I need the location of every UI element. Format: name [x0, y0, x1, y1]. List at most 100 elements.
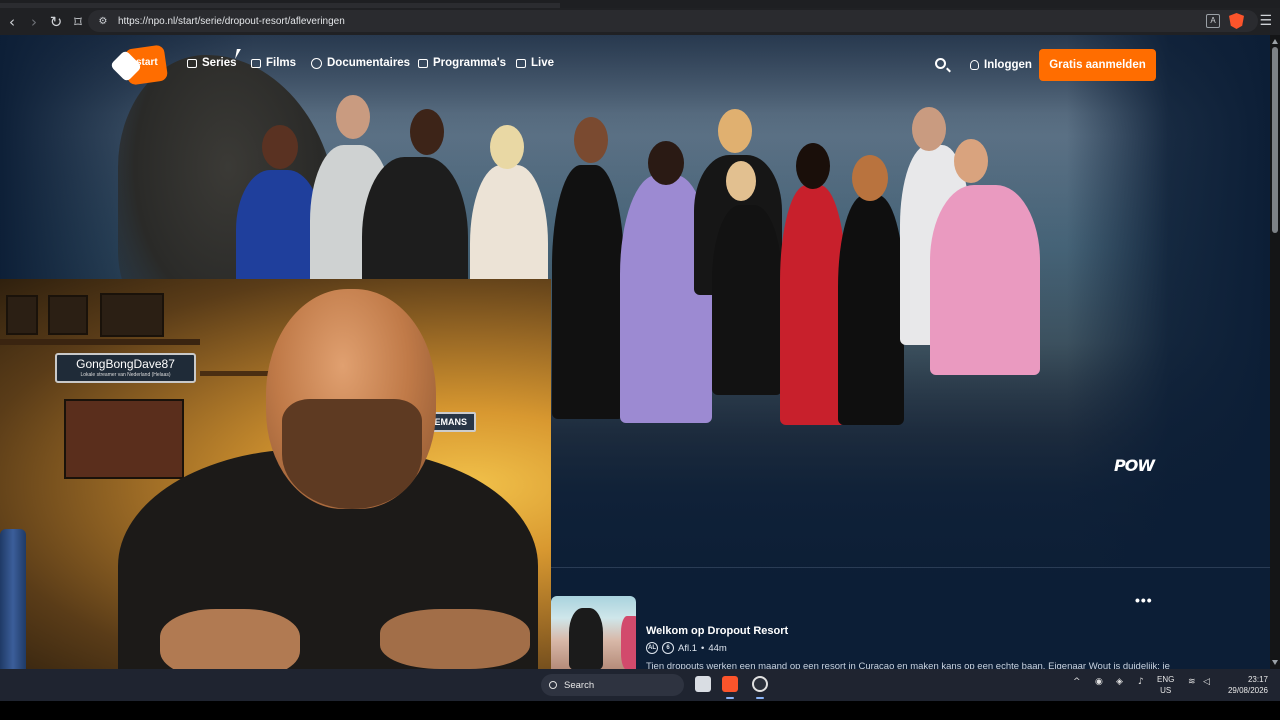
episode-title[interactable]: Welkom op Dropout Resort [646, 625, 788, 637]
user-icon [970, 60, 979, 70]
nav-live[interactable]: Live [516, 57, 554, 69]
brave-shield-icon[interactable] [1229, 13, 1244, 29]
url-text[interactable]: https://npo.nl/start/serie/dropout-resor… [118, 16, 345, 27]
cast-head [336, 95, 370, 139]
login-button[interactable]: Inloggen [970, 59, 1032, 71]
shield-icon[interactable]: ◈ [1116, 677, 1123, 687]
system-clock[interactable]: 23:17 29/08/2026 [1222, 674, 1268, 696]
signup-button[interactable]: Gratis aanmelden [1039, 49, 1156, 81]
scroll-thumb[interactable] [1272, 47, 1278, 233]
picture-frame [6, 295, 38, 335]
mouse-cursor-icon [235, 49, 245, 59]
poster [64, 399, 184, 479]
cast-head [912, 107, 946, 151]
sign-name: GongBongDave87 [76, 357, 175, 371]
tab-strip [0, 0, 1280, 8]
scroll-up-icon[interactable] [1272, 39, 1278, 44]
page-scrollbar[interactable] [1270, 35, 1280, 669]
thumb-figure [569, 608, 603, 669]
cast-figure [930, 185, 1040, 375]
translate-icon[interactable]: A [1206, 14, 1220, 28]
clock-time: 23:17 [1247, 675, 1268, 684]
film-icon [251, 58, 261, 68]
discord-icon[interactable]: ◉ [1095, 677, 1103, 687]
clock-date: 29/08/2026 [1227, 686, 1268, 695]
nav-live-label: Live [531, 57, 555, 69]
nav-series[interactable]: Series [187, 57, 237, 69]
rating-6-icon: 6 [662, 642, 674, 654]
forward-icon[interactable]: › [24, 12, 44, 32]
site-info-icon[interactable]: ⚙ [94, 16, 112, 27]
taskbar-search[interactable]: Search [541, 674, 684, 696]
taskbar-search-label: Search [564, 679, 595, 691]
cast-figure [712, 205, 782, 395]
episode-meta: AL 6 Afl.1 • 44m [646, 642, 727, 654]
streamer-beard [282, 399, 422, 509]
cast-head [726, 161, 756, 201]
login-label: Inloggen [984, 59, 1032, 71]
address-bar[interactable]: ⚙ https://npo.nl/start/serie/dropout-res… [88, 10, 1258, 32]
meta-separator: • [701, 642, 705, 654]
nav-documentaires[interactable]: Documentaires [311, 57, 410, 69]
picture-frame [100, 293, 164, 337]
cast-head [648, 141, 684, 185]
episode-thumbnail[interactable] [551, 596, 636, 669]
browser-toolbar: ‹ › ↻ ⌑ ⚙ https://npo.nl/start/serie/dro… [0, 8, 1280, 35]
nav-documentaires-label: Documentaires [327, 57, 411, 69]
cast-head [574, 117, 608, 163]
search-icon[interactable] [935, 58, 946, 69]
live-icon [516, 58, 526, 68]
browser-menu-icon[interactable]: ☰ [1259, 13, 1272, 29]
streamer-hand [380, 609, 530, 669]
shelf [0, 339, 200, 345]
search-icon [549, 681, 557, 689]
lang-code: ENG [1157, 675, 1175, 684]
thumb-figure [621, 616, 636, 669]
scroll-down-icon[interactable] [1272, 660, 1278, 665]
screen-bottom-bar [0, 701, 1280, 720]
cast-figure [780, 185, 846, 425]
sign-subtitle: Lokale streamer van Nederland (Helaas) [80, 372, 171, 378]
wifi-icon[interactable]: ≋ [1188, 677, 1196, 687]
nav-films[interactable]: Films [251, 57, 296, 69]
back-icon[interactable]: ‹ [2, 12, 22, 32]
task-view-icon[interactable] [695, 676, 711, 692]
npo-start-logo[interactable]: start [109, 44, 169, 86]
brave-browser-icon[interactable] [722, 676, 738, 692]
active-app-indicator [756, 697, 764, 699]
tv-icon [418, 58, 428, 68]
logo-text: start [136, 57, 158, 68]
cast-figure [552, 165, 624, 419]
app-icon[interactable] [752, 676, 768, 692]
windows-taskbar: Search ^ ◉ ◈ ♪ ENG US ≋ ◁ 23:17 29/08/20… [0, 669, 1280, 701]
series-icon [187, 58, 197, 68]
cast-head [954, 139, 988, 183]
microphone-icon[interactable]: ♪ [1138, 677, 1144, 687]
streamer-name-sign: GongBongDave87 Lokale streamer van Neder… [55, 353, 196, 383]
nav-programmas[interactable]: Programma's [418, 57, 506, 69]
episode-duration: 44m [708, 642, 727, 654]
rating-al-icon: AL [646, 642, 658, 654]
nav-series-label: Series [202, 57, 237, 69]
site-header: start Series Films Documentaires Program… [0, 35, 1270, 97]
nav-programmas-label: Programma's [433, 57, 507, 69]
broadcaster-logo: POW [1114, 456, 1155, 475]
cast-head [852, 155, 888, 201]
input-language[interactable]: ENG US [1157, 674, 1174, 696]
more-options-icon[interactable]: ••• [1135, 592, 1153, 608]
cast-figure [838, 195, 904, 425]
episode-description: Tien dropouts werken een maand op een re… [646, 661, 1170, 669]
tray-overflow-icon[interactable]: ^ [1073, 677, 1081, 687]
bookmark-icon[interactable]: ⌑ [68, 12, 88, 32]
volume-icon[interactable]: ◁ [1203, 677, 1210, 687]
nav-films-label: Films [266, 57, 297, 69]
webcam-overlay: GongBongDave87 Lokale streamer van Neder… [0, 279, 551, 691]
documentary-icon [311, 57, 322, 69]
cast-head [410, 109, 444, 155]
cast-head [262, 125, 298, 169]
episode-number: Afl.1 [678, 642, 698, 654]
cast-head [490, 125, 524, 169]
active-app-indicator [726, 697, 734, 699]
reload-icon[interactable]: ↻ [46, 12, 66, 32]
lang-region: US [1160, 686, 1172, 695]
